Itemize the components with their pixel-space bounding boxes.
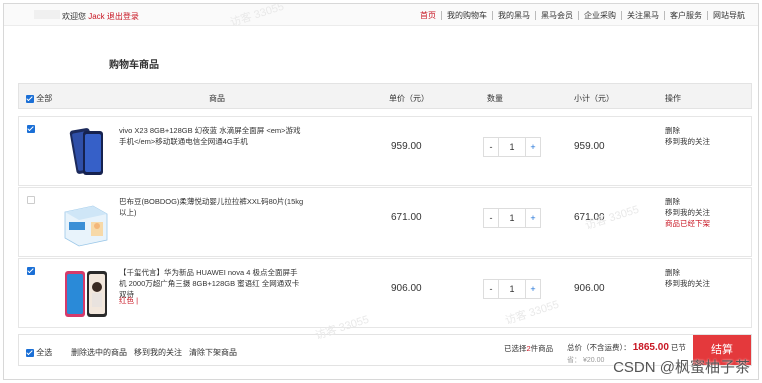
move-to-favorites-link[interactable]: 移到我的关注: [665, 207, 710, 218]
delete-link[interactable]: 删除: [665, 196, 710, 207]
selected-count: 已选择2件商品: [504, 343, 553, 354]
qty-minus-button[interactable]: -: [484, 138, 499, 156]
nav-my-heima[interactable]: 我的黑马: [492, 11, 535, 20]
nav-follow[interactable]: 关注黑马: [621, 11, 664, 20]
savings-label: 省：: [567, 357, 581, 364]
savings-line: 省： ¥20.00: [567, 355, 604, 365]
item-subtotal: 671.00: [574, 212, 605, 223]
cart-item: 【千玺代言】华为新品 HUAWEI nova 4 极点全面屏手机 2000万超广…: [18, 258, 752, 328]
selected-count-prefix: 已选择: [504, 344, 527, 353]
quantity-stepper: - 1 +: [483, 279, 541, 299]
item-price: 671.00: [391, 212, 422, 223]
selected-count-suffix: 件商品: [530, 344, 554, 353]
header-select-all[interactable]: 全部: [26, 93, 52, 104]
item-subtotal: 906.00: [574, 283, 605, 294]
header-actions: 操作: [665, 94, 681, 103]
qty-input[interactable]: 1: [499, 209, 525, 227]
phone-blue-image[interactable]: [61, 125, 111, 179]
cart-section-title: 购物车商品: [109, 60, 159, 71]
item-actions: 删除 移到我的关注: [665, 267, 710, 289]
app-window: 欢迎您 Jack 退出登录 首页 我的购物车 我的黑马 黑马会员 企业采购 关注…: [3, 3, 759, 380]
footer-select-all[interactable]: 全选: [26, 347, 52, 358]
move-to-favorites-link[interactable]: 移到我的关注: [665, 136, 710, 147]
top-nav: 首页 我的购物车 我的黑马 黑马会员 企业采购 关注黑马 客户服务 网站导航: [415, 11, 750, 20]
csdn-watermark: CSDN @枫蜜柚子茶: [613, 359, 750, 376]
item-subtotal: 959.00: [574, 141, 605, 152]
logout-link[interactable]: 退出登录: [107, 12, 139, 21]
total-amount: 1865.00: [632, 342, 669, 353]
qty-plus-button[interactable]: +: [525, 138, 540, 156]
welcome-text: 欢迎您: [62, 12, 86, 21]
delete-selected-link[interactable]: 删除选中的商品: [71, 347, 127, 358]
nav-my-cart[interactable]: 我的购物车: [441, 11, 492, 20]
header-subtotal: 小计（元）: [574, 94, 614, 103]
cart-table-header: 全部 商品 单价（元） 数量 小计（元） 操作: [18, 83, 752, 109]
item-actions: 删除 移到我的关注: [665, 125, 710, 147]
footer-select-all-label: 全选: [36, 348, 53, 357]
nav-site-map[interactable]: 网站导航: [707, 11, 750, 20]
qty-plus-button[interactable]: +: [525, 209, 540, 227]
item-price: 906.00: [391, 283, 422, 294]
nav-membership[interactable]: 黑马会员: [535, 11, 578, 20]
header-product: 商品: [209, 94, 225, 103]
move-to-favorites-link[interactable]: 移到我的关注: [665, 278, 710, 289]
item-checkbox[interactable]: [27, 195, 35, 204]
cart-item: vivo X23 8GB+128GB 幻夜蓝 水滴屏全面屏 <em>游戏手机</…: [18, 116, 752, 186]
total-price: 总价（不含运费）： 1865.00 已节: [567, 342, 686, 353]
item-title[interactable]: vivo X23 8GB+128GB 幻夜蓝 水滴屏全面屏 <em>游戏手机</…: [119, 125, 304, 147]
item-checkbox[interactable]: [27, 124, 35, 133]
qty-minus-button[interactable]: -: [484, 209, 499, 227]
total-label: 总价（不含运费）：: [567, 343, 631, 352]
phone-huawei-image[interactable]: [61, 267, 111, 321]
nav-home[interactable]: 首页: [415, 11, 441, 20]
header-quantity: 数量: [487, 94, 503, 103]
top-bar: 欢迎您 Jack 退出登录 首页 我的购物车 我的黑马 黑马会员 企业采购 关注…: [4, 4, 758, 26]
item-delisted-warning: 商品已经下架: [665, 219, 710, 228]
logo-placeholder: [34, 10, 60, 19]
delete-link[interactable]: 删除: [665, 125, 710, 136]
nav-enterprise[interactable]: 企业采购: [578, 11, 621, 20]
username-link[interactable]: Jack: [88, 12, 104, 21]
select-all-checkbox[interactable]: [26, 94, 34, 103]
quantity-stepper: - 1 +: [483, 137, 541, 157]
item-title[interactable]: 【千玺代言】华为新品 HUAWEI nova 4 极点全面屏手机 2000万超广…: [119, 267, 304, 300]
quantity-stepper: - 1 +: [483, 208, 541, 228]
qty-minus-button[interactable]: -: [484, 280, 499, 298]
item-price: 959.00: [391, 141, 422, 152]
savings-value: ¥20.00: [582, 357, 605, 364]
header-select-all-label: 全部: [36, 94, 53, 103]
qty-input[interactable]: 1: [499, 280, 525, 298]
delete-link[interactable]: 删除: [665, 267, 710, 278]
header-unit-price: 单价（元）: [389, 94, 429, 103]
total-suffix: 已节: [670, 343, 686, 352]
item-actions: 删除 移到我的关注 商品已经下架: [665, 196, 710, 229]
item-title[interactable]: 巴布豆(BOBDOG)柔薄悦动婴儿拉拉裤XXL码80片(15kg以上): [119, 196, 304, 218]
qty-plus-button[interactable]: +: [525, 280, 540, 298]
qty-input[interactable]: 1: [499, 138, 525, 156]
footer-select-all-checkbox[interactable]: [26, 348, 34, 357]
cart-item: 巴布豆(BOBDOG)柔薄悦动婴儿拉拉裤XXL码80片(15kg以上) 671.…: [18, 187, 752, 257]
nav-customer-service[interactable]: 客户服务: [664, 11, 707, 20]
move-to-favorites-footer-link[interactable]: 移到我的关注: [134, 347, 182, 358]
diaper-pack-image[interactable]: [61, 196, 111, 250]
welcome-message: 欢迎您 Jack 退出登录: [62, 11, 139, 22]
clear-removed-link[interactable]: 清除下架商品: [189, 347, 237, 358]
item-checkbox[interactable]: [27, 266, 35, 275]
item-variant: 红色 |: [119, 296, 139, 305]
